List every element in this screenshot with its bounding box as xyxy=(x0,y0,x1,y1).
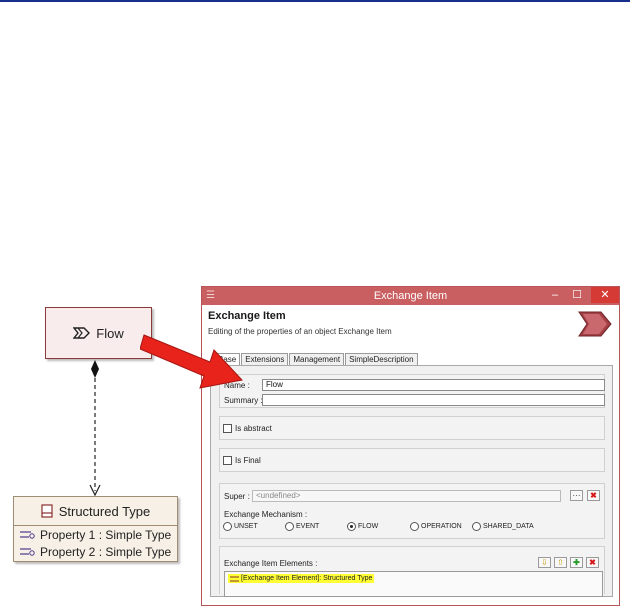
radio-label: SHARED_DATA xyxy=(483,523,534,530)
composition-connector xyxy=(89,360,101,497)
property-icon xyxy=(20,548,35,556)
super-clear-button[interactable]: ✖ xyxy=(587,490,600,501)
maximize-button[interactable]: ☐ xyxy=(565,287,589,303)
radio-shared-data[interactable]: SHARED_DATA xyxy=(472,522,534,531)
structured-type-icon xyxy=(41,504,53,518)
add-icon[interactable]: ✚ xyxy=(570,557,583,568)
radio-label: FLOW xyxy=(358,523,379,530)
structured-type-header: Structured Type xyxy=(14,497,177,526)
is-abstract-checkbox[interactable]: Is abstract xyxy=(223,424,272,433)
radio-operation[interactable]: OPERATION xyxy=(410,522,462,531)
checkbox-box[interactable] xyxy=(223,424,232,433)
flow-element-box[interactable]: Flow xyxy=(45,307,152,359)
super-browse-button[interactable]: ··· xyxy=(570,490,583,501)
move-up-icon[interactable]: ⇧ xyxy=(554,557,567,568)
final-group: Is Final xyxy=(219,448,605,472)
exchange-item-large-icon xyxy=(578,311,612,337)
tab-simple-description[interactable]: SimpleDescription xyxy=(345,353,418,365)
property-row[interactable]: Property 1 : Simple Type xyxy=(14,526,177,543)
name-summary-group: Name : Flow Summary : xyxy=(219,374,605,408)
top-border-line xyxy=(0,0,630,2)
base-tab-panel: Name : Flow Summary : Is abstract Is Fin… xyxy=(210,365,613,597)
exchange-item-window: ☰ Exchange Item – ☐ ✕ Exchange Item Edit… xyxy=(201,286,620,606)
name-field[interactable]: Flow xyxy=(262,379,605,391)
property-label: Property 2 : Simple Type xyxy=(40,544,172,559)
minimize-button[interactable]: – xyxy=(543,287,567,303)
is-final-checkbox[interactable]: Is Final xyxy=(223,456,261,465)
radio-dot[interactable] xyxy=(285,522,294,531)
property-label: Property 1 : Simple Type xyxy=(40,527,172,542)
element-item-label: [Exchange Item Element]: Structured Type xyxy=(241,575,373,582)
radio-flow[interactable]: FLOW xyxy=(347,522,378,531)
elements-label: Exchange Item Elements : xyxy=(224,559,318,568)
delete-icon[interactable]: ✖ xyxy=(586,557,599,568)
window-titlebar[interactable]: ☰ Exchange Item – ☐ ✕ xyxy=(202,287,619,305)
structured-type-box[interactable]: Structured Type Property 1 : Simple Type… xyxy=(13,496,178,562)
summary-field[interactable] xyxy=(262,394,605,406)
super-mechanism-group: Super : <undefined> ··· ✖ Exchange Mecha… xyxy=(219,483,605,539)
radio-label: UNSET xyxy=(234,523,258,530)
close-button[interactable]: ✕ xyxy=(591,287,619,303)
move-down-icon[interactable]: ⇩ xyxy=(538,557,551,568)
radio-dot[interactable] xyxy=(223,522,232,531)
radio-dot[interactable] xyxy=(472,522,481,531)
exchange-item-element-icon xyxy=(230,576,239,581)
is-final-label: Is Final xyxy=(235,456,261,465)
flow-label: Flow xyxy=(96,325,124,341)
radio-dot-selected[interactable] xyxy=(347,522,356,531)
tab-management[interactable]: Management xyxy=(289,353,345,365)
element-list-item[interactable]: [Exchange Item Element]: Structured Type xyxy=(228,574,375,583)
property-row[interactable]: Property 2 : Simple Type xyxy=(14,543,177,560)
radio-label: EVENT xyxy=(296,523,320,530)
exchange-item-icon xyxy=(73,327,91,339)
is-abstract-label: Is abstract xyxy=(235,424,272,433)
exchange-item-elements-group: Exchange Item Elements : ⇩ ⇧ ✚ ✖ [Exchan… xyxy=(219,546,605,597)
super-field[interactable]: <undefined> xyxy=(252,490,561,502)
radio-unset[interactable]: UNSET xyxy=(223,522,258,531)
super-label: Super : xyxy=(224,492,250,501)
radio-dot[interactable] xyxy=(410,522,419,531)
radio-label: OPERATION xyxy=(421,523,462,530)
structured-type-title: Structured Type xyxy=(58,503,151,519)
property-icon xyxy=(20,531,35,539)
abstract-group: Is abstract xyxy=(219,416,605,440)
red-arrow-annotation xyxy=(140,334,243,389)
radio-event[interactable]: EVENT xyxy=(285,522,319,531)
exchange-mechanism-label: Exchange Mechanism : xyxy=(224,510,308,519)
checkbox-box[interactable] xyxy=(223,456,232,465)
dialog-header: Exchange Item Editing of the properties … xyxy=(202,305,619,348)
